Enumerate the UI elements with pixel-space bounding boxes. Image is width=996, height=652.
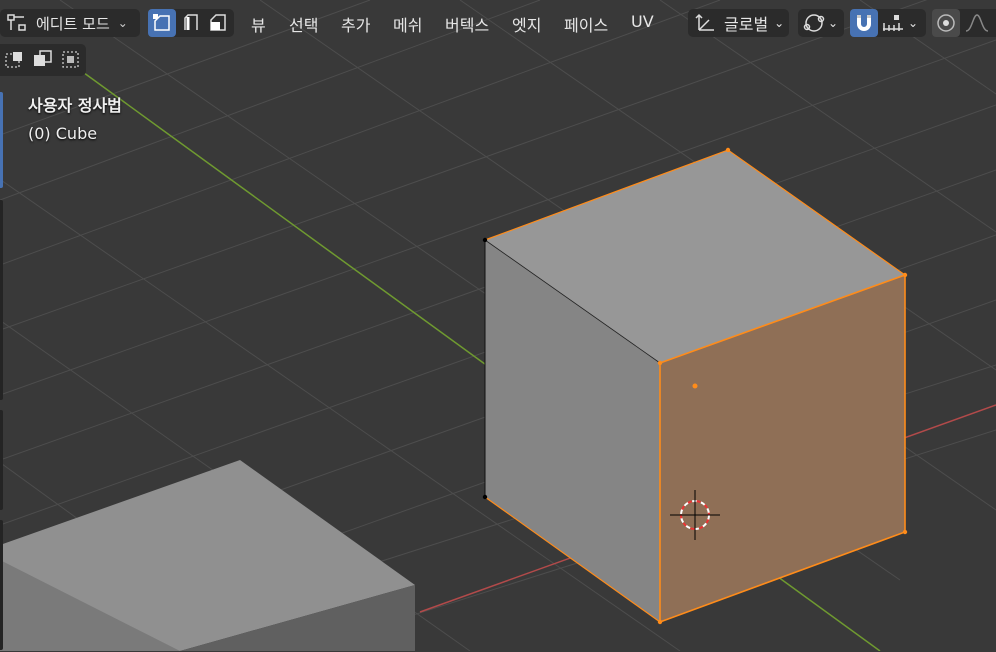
mode-select-dropdown[interactable]: 에디트 모드 ⌄ bbox=[0, 9, 140, 37]
toolbar-edge[interactable] bbox=[0, 92, 4, 652]
menu-mesh[interactable]: 메쉬 bbox=[393, 12, 422, 36]
face-center-dot bbox=[692, 383, 698, 389]
vertex-select-icon bbox=[153, 14, 170, 31]
view-name: 사용자 정사법 bbox=[28, 96, 122, 115]
object-info: (0) Cube bbox=[28, 124, 98, 143]
pivot-point-dropdown[interactable]: ⌄ bbox=[798, 9, 844, 37]
viewport-3d[interactable] bbox=[0, 0, 996, 651]
viewport-header: 에디트 모드 ⌄ 뷰 선택 추가 메쉬 버텍스 엣지 페이스 UV 글로벌 ⌄ … bbox=[0, 0, 996, 44]
chevron-down-icon: ⌄ bbox=[774, 16, 785, 30]
select-new-button[interactable] bbox=[2, 47, 28, 73]
proportional-edit-toggle[interactable] bbox=[932, 9, 960, 37]
menu-vertex[interactable]: 버텍스 bbox=[445, 12, 489, 36]
edit-mode-icon bbox=[7, 14, 26, 31]
select-new-icon bbox=[5, 52, 22, 68]
magnet-icon bbox=[857, 15, 871, 31]
pivot-link-icon bbox=[803, 14, 825, 32]
menu-add[interactable]: 추가 bbox=[341, 12, 370, 36]
menu-face[interactable]: 페이스 bbox=[564, 12, 608, 36]
viewport-info-overlay: 사용자 정사법 (0) Cube bbox=[28, 92, 122, 143]
select-subtract-button[interactable] bbox=[58, 47, 84, 73]
menu-uv[interactable]: UV bbox=[631, 12, 654, 31]
snap-increment-icon[interactable] bbox=[880, 12, 906, 34]
chevron-down-icon[interactable]: ⌄ bbox=[908, 16, 918, 30]
snapping-group: ⌄ bbox=[850, 9, 926, 37]
menu-edge[interactable]: 엣지 bbox=[512, 12, 541, 36]
menu-view[interactable]: 뷰 bbox=[251, 12, 266, 36]
select-mode-group bbox=[148, 9, 234, 37]
select-subtract-icon bbox=[62, 51, 79, 68]
background-cube bbox=[0, 460, 415, 651]
chevron-down-icon: ⌄ bbox=[117, 16, 128, 30]
proportional-edit-icon bbox=[937, 14, 955, 32]
mode-label: 에디트 모드 bbox=[36, 14, 110, 33]
transform-orientation-dropdown[interactable]: 글로벌 ⌄ bbox=[688, 9, 789, 37]
face-select-icon bbox=[210, 14, 226, 31]
select-extend-button[interactable] bbox=[30, 47, 56, 73]
selection-mode-panel bbox=[0, 44, 86, 76]
select-extend-icon bbox=[34, 50, 52, 66]
edge-select-icon bbox=[184, 14, 198, 30]
selected-cube[interactable] bbox=[482, 147, 908, 625]
orientation-label: 글로벌 bbox=[724, 15, 769, 34]
chevron-down-icon: ⌄ bbox=[828, 16, 839, 30]
menu-select[interactable]: 선택 bbox=[289, 12, 318, 36]
edge-select-button[interactable] bbox=[176, 9, 204, 37]
orientation-axes-icon bbox=[695, 13, 714, 31]
face-select-button[interactable] bbox=[204, 9, 232, 37]
vertex-select-button[interactable] bbox=[148, 9, 176, 37]
falloff-curve-icon[interactable] bbox=[964, 12, 990, 34]
proportional-edit-group bbox=[932, 9, 996, 37]
snap-toggle-button[interactable] bbox=[850, 9, 878, 37]
